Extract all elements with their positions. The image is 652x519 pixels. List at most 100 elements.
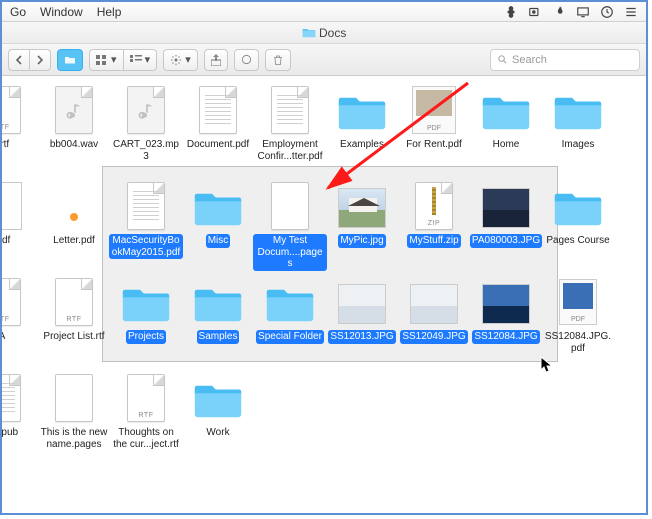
file-item[interactable]: My Test Docum....pages [254, 176, 326, 272]
view-icons-button[interactable]: ▾ [89, 49, 123, 71]
file-label: Document.pdf [185, 138, 251, 152]
file-item[interactable]: CART_023.mp3 [110, 80, 182, 176]
search-field[interactable]: Search [490, 49, 640, 71]
file-label: Samples [197, 330, 240, 344]
file-item[interactable]: SS12049.JPG [398, 272, 470, 368]
file-icon: RTF [50, 278, 98, 326]
file-icon [194, 182, 242, 230]
menu-window[interactable]: Window [40, 5, 83, 19]
file-icon [50, 86, 98, 134]
file-item[interactable]: RTF r.rtf [2, 80, 38, 176]
flame-icon[interactable] [552, 5, 566, 19]
file-label: For Rent.pdf [404, 138, 464, 152]
file-label: r.rtf [2, 138, 11, 152]
file-icon [482, 278, 530, 326]
file-item[interactable]: Pages Course [542, 176, 614, 272]
file-label: A [2, 330, 7, 344]
file-label: Misc [206, 234, 231, 248]
toolbar: ▾ ▾ ▾ Search [2, 44, 646, 76]
file-item[interactable]: RTF Project List.rtf [38, 272, 110, 368]
file-icon [122, 278, 170, 326]
file-icon [122, 86, 170, 134]
view-group-button[interactable]: ▾ [123, 49, 158, 71]
file-item[interactable]: SS12084.JPG [470, 272, 542, 368]
file-icon [554, 86, 602, 134]
file-item[interactable]: SS12013.JPG [326, 272, 398, 368]
file-label: PA080003.JPG [470, 234, 542, 248]
file-label: Project List.rtf [41, 330, 106, 344]
file-icon: RTF [2, 278, 26, 326]
file-label: CART_023.mp3 [109, 138, 183, 163]
file-icon: PDF [410, 86, 458, 134]
file-icon [338, 182, 386, 230]
file-label: Letter.pdf [51, 234, 97, 248]
file-label: .pdf [2, 234, 12, 248]
file-item[interactable]: cal pub [2, 368, 38, 464]
view-switcher: ▾ ▾ [89, 49, 157, 71]
menu-help[interactable]: Help [97, 5, 122, 19]
file-item[interactable]: Work [182, 368, 254, 464]
file-icon: PDF [554, 278, 602, 326]
file-item[interactable]: Images [542, 80, 614, 176]
file-icon: RTF [122, 374, 170, 422]
window-titlebar: Docs [2, 22, 646, 44]
file-item[interactable]: Home [470, 80, 542, 176]
file-label: Work [204, 426, 231, 440]
file-item[interactable]: Misc [182, 176, 254, 272]
file-item[interactable]: RTF Thoughts on the cur...ject.rtf [110, 368, 182, 464]
file-item[interactable]: Projects [110, 272, 182, 368]
file-label: MyPic.jpg [338, 234, 385, 248]
file-icon [194, 374, 242, 422]
file-label: SS12013.JPG [328, 330, 395, 344]
file-label: This is the new name.pages [38, 426, 110, 451]
list-icon[interactable] [624, 5, 638, 19]
file-item[interactable]: Special Folder [254, 272, 326, 368]
file-icon [482, 182, 530, 230]
file-item[interactable]: Letter.pdf [38, 176, 110, 272]
file-item[interactable]: ZIPMyStuff.zip [398, 176, 470, 272]
file-item[interactable]: PDF For Rent.pdf [398, 80, 470, 176]
clock-icon[interactable] [600, 5, 614, 19]
file-item[interactable]: This is the new name.pages [38, 368, 110, 464]
file-label: Examples [338, 138, 386, 152]
search-icon [497, 54, 508, 65]
file-item[interactable]: MyPic.jpg [326, 176, 398, 272]
file-icon [410, 278, 458, 326]
file-label: cal pub [2, 426, 20, 440]
file-item[interactable]: Document.pdf [182, 80, 254, 176]
file-icon [266, 278, 314, 326]
file-icon [50, 182, 98, 230]
file-label: MyStuff.zip [407, 234, 460, 248]
file-label: SS12084.JPG [472, 330, 539, 344]
file-item[interactable]: Examples [326, 80, 398, 176]
file-label: Thoughts on the cur...ject.rtf [110, 426, 182, 451]
menu-go[interactable]: Go [10, 5, 26, 19]
rec-icon[interactable] [528, 5, 542, 19]
back-button[interactable] [8, 49, 29, 71]
tags-button[interactable] [234, 49, 259, 71]
display-icon[interactable] [576, 5, 590, 19]
file-icon [266, 86, 314, 134]
file-icon [338, 86, 386, 134]
file-icon [266, 182, 314, 230]
forward-button[interactable] [29, 49, 51, 71]
file-label: SS12084.JPG.pdf [541, 330, 615, 355]
file-item[interactable]: Samples [182, 272, 254, 368]
folder-toolbar-icon[interactable] [57, 49, 83, 71]
file-label: MacSecurityBookMay2015.pdf [109, 234, 183, 259]
file-item[interactable]: bb004.wav [38, 80, 110, 176]
action-button[interactable]: ▾ [163, 49, 198, 71]
file-item[interactable]: PA080003.JPG [470, 176, 542, 272]
file-item[interactable]: Employment Confir...tter.pdf [254, 80, 326, 176]
file-item[interactable]: RTF A [2, 272, 38, 368]
file-item[interactable]: MacSecurityBookMay2015.pdf [110, 176, 182, 272]
file-item[interactable]: PDF SS12084.JPG.pdf [542, 272, 614, 368]
file-icon: RTF [2, 86, 26, 134]
share-button[interactable] [204, 49, 228, 71]
menubar-extras [504, 5, 638, 19]
file-grid[interactable]: RTF r.rtf bb004.wavCART_023.mp3Document.pd… [2, 76, 646, 513]
file-icon [338, 278, 386, 326]
trash-button[interactable] [265, 49, 291, 71]
fan-icon[interactable] [504, 5, 518, 19]
file-item[interactable]: .pdf [2, 176, 38, 272]
